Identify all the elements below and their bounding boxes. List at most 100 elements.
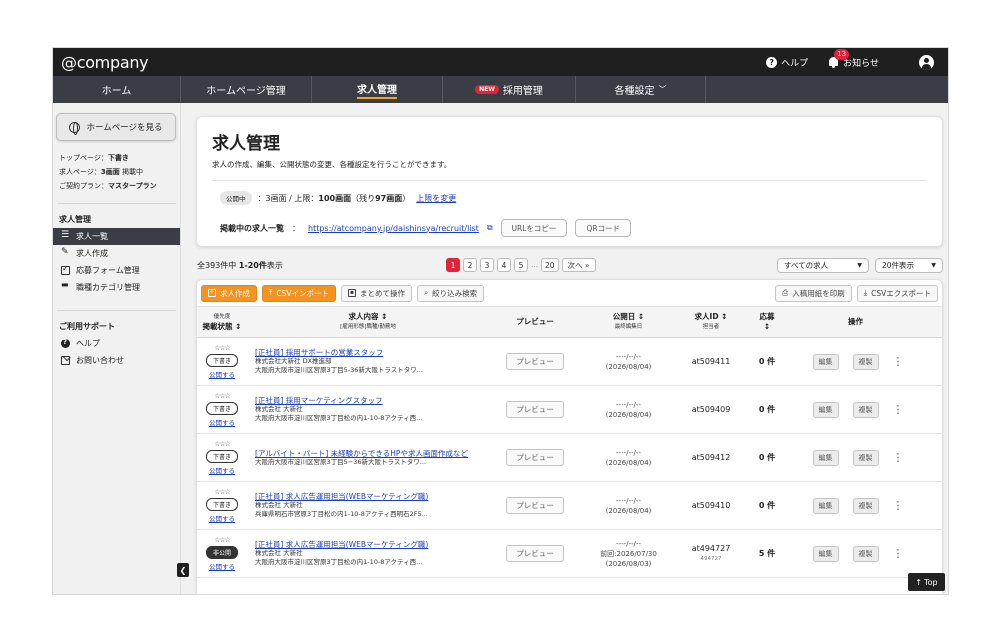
job-id: at509410	[691, 500, 731, 510]
job-title-link[interactable]: [正社員] 求人広告運用担当(WEBマーケティング職)	[255, 540, 489, 549]
csv-import-button[interactable]: ⤒ CSVインポート	[262, 284, 336, 302]
copy-url-button[interactable]: URLをコピー	[500, 219, 568, 237]
more-menu-icon[interactable]: ⋮	[893, 403, 904, 416]
sidebar: ホームページを見る トップページ：下書き 求人ページ：3画面 掲載中 ご契約プラ…	[53, 103, 181, 594]
sidebar-item-form-manage[interactable]: 応募フォーム管理	[53, 262, 180, 279]
duplicate-button[interactable]: 複製	[852, 401, 879, 418]
change-limit-link[interactable]: 上限を変更	[416, 193, 456, 204]
sidebar-item-contact[interactable]: お問い合わせ	[53, 352, 180, 369]
date-cell: ----/--/-- 前回:2026/07/30 (2026/08/03)	[581, 539, 676, 569]
publish-link[interactable]: 公開する	[209, 417, 235, 427]
more-menu-icon[interactable]: ⋮	[893, 547, 904, 560]
qr-code-button[interactable]: QRコード	[575, 219, 632, 237]
nav-jobs[interactable]: 求人管理	[312, 76, 443, 103]
main-content: 求人管理 求人の作成、編集、公開状態の変更、各種設定を行うことができます。 公開…	[193, 103, 948, 594]
sidebar-item-job-create[interactable]: 求人作成	[53, 245, 180, 262]
limit-text: ：3画面 / 上限：100画面（残り97画面）	[258, 193, 411, 204]
content-cell: [アルバイト・パート] 未経験からできるHPや求人画面作成など 大阪府大阪市淀川…	[247, 449, 489, 467]
duplicate-button[interactable]: 複製	[852, 497, 879, 514]
edit-button[interactable]: 編集	[812, 401, 839, 418]
duplicate-button[interactable]: 複製	[852, 353, 879, 370]
edit-button[interactable]: 編集	[812, 545, 839, 562]
preview-button[interactable]: プレビュー	[506, 353, 564, 370]
apply-count[interactable]: 0 件	[746, 500, 788, 511]
filter-search-button[interactable]: ⌕ 絞り込み検索	[416, 284, 485, 302]
preview-button[interactable]: プレビュー	[506, 401, 564, 418]
priority-stars[interactable]: ☆☆☆	[214, 536, 231, 544]
notice-link[interactable]: 13 お知らせ	[828, 48, 879, 69]
apply-count[interactable]: 0 件	[746, 452, 788, 463]
edit-button[interactable]: 編集	[812, 449, 839, 466]
preview-button[interactable]: プレビュー	[506, 449, 564, 466]
page-button[interactable]: 4	[497, 258, 511, 272]
page-button[interactable]: 20	[541, 258, 559, 272]
apply-count[interactable]: 0 件	[746, 356, 788, 367]
view-homepage-button[interactable]: ホームページを見る	[56, 113, 176, 141]
preview-button[interactable]: プレビュー	[506, 545, 564, 562]
notice-label: お知らせ	[843, 58, 879, 69]
priority-stars[interactable]: ☆☆☆	[214, 392, 231, 400]
print-form-button[interactable]: ⎙ 入稿用紙を印刷	[775, 284, 852, 302]
priority-stars[interactable]: ☆☆☆	[214, 440, 231, 448]
published-pill: 公開中	[220, 191, 252, 205]
duplicate-button[interactable]: 複製	[852, 449, 879, 466]
sidebar-item-category[interactable]: 職種カテゴリ管理	[53, 279, 180, 296]
sidebar-item-job-list[interactable]: 求人一覧	[53, 228, 180, 245]
nav-home[interactable]: ホーム	[53, 76, 181, 103]
apply-count[interactable]: 5 件	[746, 548, 788, 559]
help-link[interactable]: ? ヘルプ	[766, 56, 808, 69]
publish-link[interactable]: 公開する	[209, 513, 235, 523]
url-colon: ：	[292, 223, 300, 233]
collapse-sidebar-button[interactable]: ❮	[177, 563, 189, 577]
edit-button[interactable]: 編集	[812, 353, 839, 370]
preview-button[interactable]: プレビュー	[506, 497, 564, 514]
publish-link[interactable]: 公開する	[209, 369, 235, 379]
back-to-top-button[interactable]: ↑ Top	[908, 573, 945, 591]
page-button[interactable]: 3	[480, 258, 494, 272]
nav-recruit[interactable]: NEW 採用管理	[443, 76, 576, 103]
job-title-link[interactable]: [アルバイト・パート] 未経験からできるHPや求人画面作成など	[255, 449, 489, 458]
csv-export-label: CSVエクスポート	[871, 288, 931, 298]
list-url-link[interactable]: https://atcompany.jp/daishinsya/recruit/…	[308, 224, 479, 233]
more-menu-icon[interactable]: ⋮	[893, 355, 904, 368]
job-title-link[interactable]: [正社員] 採用マーケティングスタッフ	[255, 396, 489, 405]
next-page-button[interactable]: 次へ »	[561, 258, 596, 272]
edit-button[interactable]: 編集	[812, 497, 839, 514]
help-icon	[61, 338, 70, 348]
priority-stars[interactable]: ☆☆☆	[214, 488, 231, 496]
nav-homepage[interactable]: ホームページ管理	[181, 76, 312, 103]
bulk-action-button[interactable]: ▪ まとめて操作	[340, 284, 412, 302]
th-jobid[interactable]: 求人ID ↕ 担当者	[676, 307, 746, 337]
info-suffix: 掲載中	[119, 168, 143, 176]
priority-stars[interactable]: ☆☆☆	[214, 344, 231, 352]
table-row: ☆☆☆ 下書き 公開する [正社員] 求人広告運用担当(WEBマーケティング職)…	[197, 482, 942, 530]
th-apply[interactable]: 応募 ↕	[746, 307, 788, 337]
per-page-select[interactable]: 20件表示 ▼	[875, 257, 943, 273]
publish-link[interactable]: 公開する	[209, 465, 235, 475]
job-filter-select[interactable]: すべての求人 ▼	[777, 257, 869, 273]
publish-link[interactable]: 公開する	[209, 561, 235, 571]
create-job-button[interactable]: + 求人作成	[201, 284, 257, 302]
caret-down-icon: ▼	[931, 261, 936, 269]
csv-export-button[interactable]: ⤓ CSVエクスポート	[856, 284, 938, 302]
company-line: 株式会社大新社 DX推進部	[255, 357, 332, 365]
nav-settings[interactable]: 各種設定 ﹀	[576, 76, 706, 103]
page-button[interactable]: 5	[514, 258, 528, 272]
apply-count[interactable]: 0 件	[746, 404, 788, 415]
th-pubdate[interactable]: 公開日 ↕ 最終編集日	[581, 307, 676, 337]
user-avatar-icon[interactable]	[919, 54, 934, 70]
page-button[interactable]: 2	[463, 258, 477, 272]
duplicate-button[interactable]: 複製	[852, 545, 879, 562]
count-range: 1-20件	[238, 260, 267, 270]
more-menu-icon[interactable]: ⋮	[893, 451, 904, 464]
job-title-link[interactable]: [正社員] 採用サポートの営業スタッフ	[255, 348, 489, 357]
job-title-link[interactable]: [正社員] 求人広告運用担当(WEBマーケティング職)	[255, 492, 489, 501]
date-cell: ----/--/-- (2026/08/04)	[581, 400, 676, 420]
page-button[interactable]: 1	[446, 258, 460, 272]
th-status[interactable]: 優先度 掲載状態 ↕	[197, 307, 247, 337]
more-menu-icon[interactable]: ⋮	[893, 499, 904, 512]
date-cell: ----/--/-- (2026/08/04)	[581, 352, 676, 372]
sidebar-item-help[interactable]: ヘルプ	[53, 335, 180, 352]
th-content[interactable]: 求人内容 ↕ [雇用形態]職種/勤務地	[247, 307, 489, 337]
company-logo[interactable]: @company	[61, 53, 149, 72]
